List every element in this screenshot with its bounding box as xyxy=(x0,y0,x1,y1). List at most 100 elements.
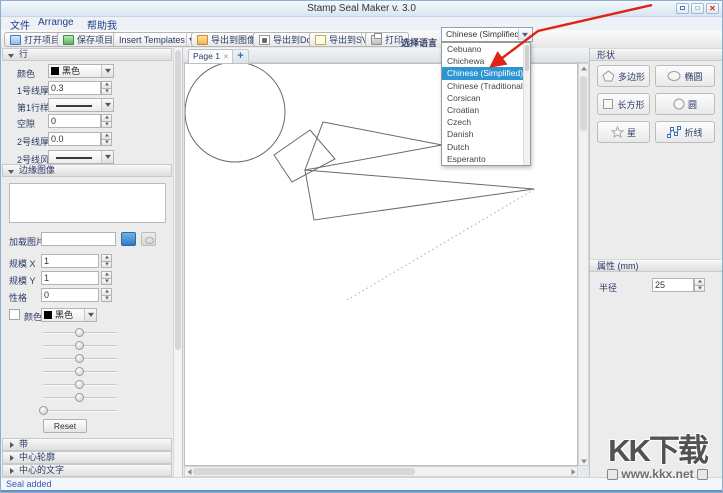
insert-templates-button[interactable]: Insert Templates ▼ xyxy=(113,32,202,47)
slider-knob[interactable] xyxy=(75,367,84,376)
slider-knob[interactable] xyxy=(75,341,84,350)
language-option[interactable]: Esperanto xyxy=(442,153,530,165)
scrollbar-thumb[interactable] xyxy=(525,45,529,71)
scale-y-spinner[interactable] xyxy=(101,271,112,285)
toolbar-separator xyxy=(186,33,187,46)
left-panel-scrollbar[interactable] xyxy=(173,48,182,477)
scrollbar-thumb[interactable] xyxy=(193,468,415,475)
slider-knob[interactable] xyxy=(75,393,84,402)
line1-thickness-spinner[interactable] xyxy=(101,81,112,95)
scroll-up-icon[interactable] xyxy=(579,64,588,73)
language-option[interactable]: Dutch xyxy=(442,141,530,153)
section-header-row[interactable]: 行 xyxy=(2,48,172,61)
radius-spinner[interactable] xyxy=(694,278,705,292)
color-dropdown[interactable]: 黑色 xyxy=(48,64,114,78)
minimize-button[interactable] xyxy=(676,3,689,14)
gap-input[interactable] xyxy=(48,114,101,128)
language-option-selected[interactable]: Chinese (Simplified) xyxy=(442,67,530,79)
adjust-slider-4[interactable] xyxy=(43,367,117,376)
section-header-center-text[interactable]: 中心的文字 xyxy=(2,464,172,477)
minimize-icon xyxy=(680,6,685,10)
polyline-shape-button[interactable]: 折线 xyxy=(655,121,715,143)
circle-shape-button[interactable]: 圆 xyxy=(655,93,715,115)
adjust-slider-6[interactable] xyxy=(43,393,117,402)
scale-y-input[interactable] xyxy=(41,271,99,285)
section-header-band[interactable]: 带 xyxy=(2,438,172,451)
slider-knob[interactable] xyxy=(75,328,84,337)
rectangle-shape-button[interactable]: 长方形 xyxy=(597,93,650,115)
color-checkbox[interactable] xyxy=(9,309,20,320)
add-page-tab[interactable]: + xyxy=(232,49,249,63)
scrollbar-thumb[interactable] xyxy=(175,50,181,350)
save-project-button[interactable]: 保存项目 xyxy=(57,32,119,47)
close-button[interactable]: ✕ xyxy=(706,3,719,14)
load-image-input[interactable] xyxy=(41,232,116,246)
status-text: Seal added xyxy=(6,479,52,489)
clear-image-button[interactable] xyxy=(141,232,156,246)
language-dropdown-list: Cebuano Chichewa Chinese (Simplified) Ch… xyxy=(441,42,531,166)
adjust-slider-3[interactable] xyxy=(43,354,117,363)
section-header-center-contour[interactable]: 中心轮廓 xyxy=(2,451,172,464)
language-option[interactable]: Czech xyxy=(442,116,530,128)
canvas-horizontal-scrollbar[interactable] xyxy=(184,466,578,477)
line2-thickness-input[interactable] xyxy=(48,132,101,146)
scroll-down-icon[interactable] xyxy=(579,456,588,465)
language-option[interactable]: Croatian xyxy=(442,104,530,116)
diamond-shape[interactable] xyxy=(274,130,335,182)
gap-spinner[interactable] xyxy=(101,114,112,128)
slider-knob[interactable] xyxy=(75,380,84,389)
line1-thickness-input[interactable] xyxy=(48,81,101,95)
black-swatch-icon xyxy=(44,311,52,319)
slider-knob[interactable] xyxy=(39,406,48,415)
tab-close-icon[interactable]: ✕ xyxy=(223,54,229,61)
language-option[interactable]: Chinese (Traditional) xyxy=(442,80,530,92)
scrollbar-thumb[interactable] xyxy=(580,76,587,131)
combobox-dropdown-arrow-icon[interactable] xyxy=(518,29,531,40)
scale-x-input[interactable] xyxy=(41,254,99,268)
line1-style-dropdown[interactable] xyxy=(48,98,114,112)
open-project-icon xyxy=(10,35,21,45)
language-combobox[interactable]: Chinese (Simplified) xyxy=(441,27,533,42)
adjust-slider-7[interactable] xyxy=(39,406,117,415)
thin-triangle-shape[interactable] xyxy=(305,170,534,220)
edge-color-dropdown[interactable]: 黑色 xyxy=(41,308,97,322)
ellipse-shape-button[interactable]: 椭圆 xyxy=(655,65,715,87)
dotted-guide-line[interactable] xyxy=(347,189,535,300)
adjust-slider-2[interactable] xyxy=(43,341,117,350)
line2-thickness-spinner[interactable] xyxy=(101,132,112,146)
browse-folder-button[interactable] xyxy=(121,232,136,246)
line2-style-dropdown[interactable] xyxy=(48,150,114,164)
star-shape-button[interactable]: 星 xyxy=(597,121,650,143)
section-header-edge-image[interactable]: 边缘图像 xyxy=(2,164,172,177)
maximize-icon xyxy=(695,6,700,10)
language-option[interactable]: Cebuano xyxy=(442,43,530,55)
edge-image-preview-list[interactable] xyxy=(9,183,166,223)
reset-button[interactable]: Reset xyxy=(43,419,87,433)
maximize-button[interactable] xyxy=(691,3,704,14)
window-controls: ✕ xyxy=(676,3,719,14)
triangle-shape[interactable] xyxy=(305,122,442,170)
circle-shape[interactable] xyxy=(185,64,285,162)
character-input[interactable] xyxy=(41,288,99,302)
dropdown-scrollbar[interactable] xyxy=(523,43,530,165)
adjust-slider-5[interactable] xyxy=(43,380,117,389)
shapes-section-header: 形状 xyxy=(590,48,722,61)
language-option[interactable]: Chichewa xyxy=(442,55,530,67)
slider-knob[interactable] xyxy=(75,354,84,363)
character-spinner[interactable] xyxy=(101,288,112,302)
scale-x-spinner[interactable] xyxy=(101,254,112,268)
dropdown-arrow-icon xyxy=(84,309,96,321)
canvas-vertical-scrollbar[interactable] xyxy=(578,63,589,466)
status-bar: Seal added xyxy=(1,477,722,490)
export-image-button[interactable]: 导出到图像 xyxy=(191,32,262,47)
language-option[interactable]: Corsican xyxy=(442,92,530,104)
adjust-slider-1[interactable] xyxy=(43,328,117,337)
tab-page-1[interactable]: Page 1✕ xyxy=(188,49,234,63)
scroll-right-icon[interactable] xyxy=(568,467,577,476)
polygon-shape-button[interactable]: 多边形 xyxy=(597,65,650,87)
export-svg-icon xyxy=(315,35,326,45)
black-swatch-icon xyxy=(51,67,59,75)
radius-input[interactable] xyxy=(652,278,694,292)
menu-arrange[interactable]: Arrange xyxy=(38,17,74,28)
language-option[interactable]: Danish xyxy=(442,128,530,140)
